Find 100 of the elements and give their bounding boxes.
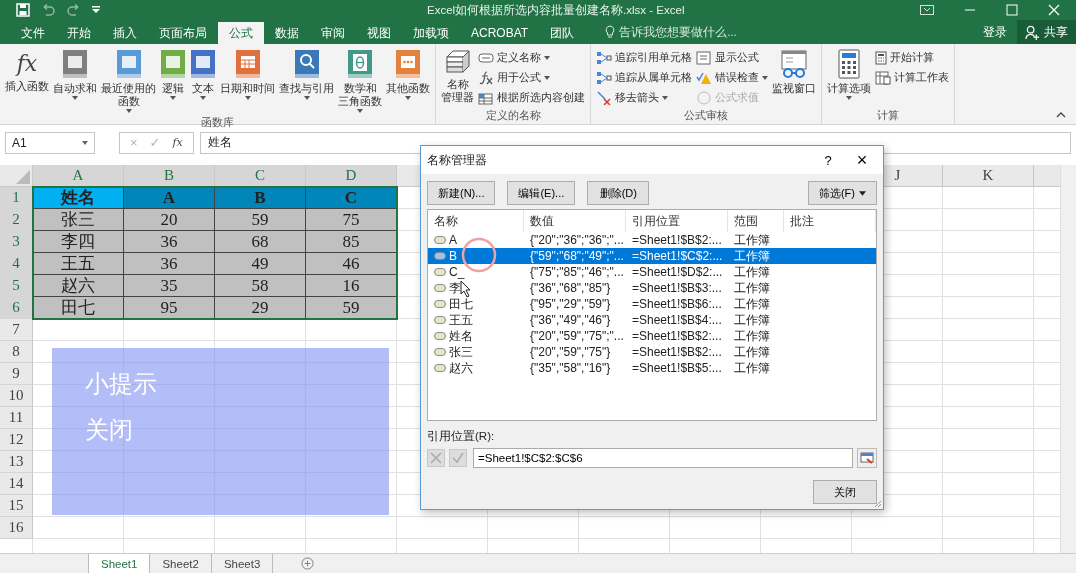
sign-in-link[interactable]: 登录: [983, 23, 1007, 41]
row-header[interactable]: 7: [0, 319, 33, 341]
resize-grip-icon[interactable]: [874, 500, 882, 508]
ribbon-button[interactable]: 监视窗口: [770, 47, 818, 108]
customize-icon[interactable]: [92, 6, 100, 14]
ribbon-button[interactable]: 定义名称: [476, 48, 587, 67]
ribbon-tab[interactable]: 文件: [10, 22, 56, 44]
ribbon-button[interactable]: 移去箭头: [594, 88, 694, 107]
ribbon-button[interactable]: 追踪引用单元格: [594, 48, 694, 67]
name-tag-icon: [434, 236, 446, 244]
row-header[interactable]: 4: [0, 253, 33, 275]
name-row[interactable]: C_ {"75";"85";"46";"... =Sheet1!$D$2:... 工作簿: [428, 264, 876, 280]
row-header[interactable]: 14: [0, 473, 33, 495]
column-heading[interactable]: 批注: [784, 210, 876, 232]
ribbon-button[interactable]: 计算选项: [825, 47, 873, 108]
column-header[interactable]: B: [124, 165, 215, 186]
row-header[interactable]: 8: [0, 341, 33, 363]
row-header[interactable]: 13: [0, 451, 33, 473]
ribbon-button[interactable]: 用于公式: [476, 68, 587, 87]
name-tag-icon: [434, 364, 446, 372]
name-row[interactable]: 姓名 {"20","59","75";"... =Sheet1!$B$2:... 工作簿: [428, 328, 876, 344]
name-box[interactable]: A1: [5, 131, 95, 154]
book-icon: [347, 49, 373, 79]
range-picker-icon[interactable]: [857, 448, 877, 468]
row-header[interactable]: 2: [0, 209, 33, 231]
ribbon-button[interactable]: 逻辑: [158, 47, 188, 115]
name-row[interactable]: 李 {"36","68","85"} =Sheet1!$B$3:... 工作簿: [428, 280, 876, 296]
ribbon-tab[interactable]: ACROBAT: [460, 22, 540, 44]
row-header[interactable]: 15: [0, 495, 33, 517]
name-row[interactable]: 张三 {"20","59","75"} =Sheet1!$B$2:... 工作簿: [428, 344, 876, 360]
name-row[interactable]: A {"20";"36";"36";"... =Sheet1!$B$2:... 工作簿: [428, 232, 876, 248]
collapse-ribbon-icon[interactable]: [1056, 112, 1066, 118]
row-header[interactable]: 6: [0, 297, 33, 319]
table-cell: 田七: [33, 297, 124, 319]
row-header[interactable]: 12: [0, 429, 33, 451]
dialog-button[interactable]: 删除(D): [587, 181, 650, 205]
maximize-icon[interactable]: [1006, 4, 1018, 16]
row-header[interactable]: 16: [0, 517, 33, 539]
tip-title: 小提示: [85, 369, 157, 399]
book-icon: [395, 49, 421, 79]
column-heading[interactable]: 数值: [524, 210, 626, 232]
share-button[interactable]: 共享: [1017, 20, 1076, 44]
ribbon-tab[interactable]: 视图: [356, 22, 402, 44]
close-icon[interactable]: [1048, 4, 1060, 16]
filter-button[interactable]: 筛选(F): [807, 181, 877, 205]
column-header[interactable]: A: [33, 165, 124, 186]
row-header[interactable]: 10: [0, 385, 33, 407]
ribbon-button[interactable]: 文本: [188, 47, 218, 115]
column-header[interactable]: C: [215, 165, 306, 186]
ribbon-button[interactable]: 计算工作表: [873, 68, 951, 87]
name-row[interactable]: 田七 {"95","29","59"} =Sheet1!$B$6:... 工作簿: [428, 296, 876, 312]
ribbon-tab[interactable]: 开始: [56, 22, 102, 44]
row-header[interactable]: 9: [0, 363, 33, 385]
add-sheet-icon[interactable]: [301, 557, 315, 570]
ribbon-button[interactable]: 显示公式: [694, 48, 770, 67]
row-header[interactable]: 3: [0, 231, 33, 253]
row-header[interactable]: 5: [0, 275, 33, 297]
ribbon-button[interactable]: 名称 管理器: [439, 47, 476, 108]
column-header[interactable]: D: [306, 165, 397, 186]
sheet-tab[interactable]: Sheet1: [88, 554, 151, 573]
ribbon-button[interactable]: 追踪从属单元格: [594, 68, 694, 87]
ribbon-button[interactable]: fx 插入函数: [3, 47, 51, 115]
ribbon-button[interactable]: 自动求和: [51, 47, 99, 115]
ribbon-tab[interactable]: 加载项: [402, 22, 460, 44]
column-header[interactable]: K: [943, 165, 1034, 186]
dialog-button[interactable]: 新建(N)...: [427, 181, 496, 205]
close-dialog-button[interactable]: 关闭: [813, 480, 877, 504]
ribbon-tab[interactable]: 页面布局: [148, 22, 218, 44]
column-heading[interactable]: 名称: [428, 210, 524, 232]
ribbon-tab[interactable]: 审阅: [310, 22, 356, 44]
ribbon-tab[interactable]: 团队: [539, 22, 586, 44]
ribbon-tab[interactable]: 公式: [218, 22, 264, 44]
ribbon-button[interactable]: 开始计算: [873, 48, 951, 67]
name-row[interactable]: 王五 {"36","49","46"} =Sheet1!$B$4:... 工作簿: [428, 312, 876, 328]
ribbon-button[interactable]: 查找与引用: [277, 47, 336, 115]
ribbon-button[interactable]: 其他函数: [384, 47, 432, 115]
caret-icon: [200, 96, 206, 100]
caret-icon: [72, 96, 78, 100]
watch-window-icon: [779, 49, 809, 79]
vertical-scrollbar[interactable]: [1060, 165, 1076, 553]
row-header[interactable]: 11: [0, 407, 33, 429]
row-header[interactable]: 1: [0, 187, 33, 209]
column-heading[interactable]: 引用位置: [626, 210, 728, 232]
ribbon-button[interactable]: 日期和时间: [218, 47, 277, 115]
ribbon-button[interactable]: 最近使用的 函数: [99, 47, 158, 115]
dialog-button[interactable]: 编辑(E)...: [507, 181, 576, 205]
ribbon-button[interactable]: 数学和 三角函数: [336, 47, 384, 115]
ribbon-tab[interactable]: 数据: [264, 22, 310, 44]
column-heading[interactable]: 范围: [728, 210, 784, 232]
ribbon-display-icon[interactable]: [920, 5, 934, 15]
name-row[interactable]: 赵六 {"35","58","16"} =Sheet1!$B$5:... 工作簿: [428, 360, 876, 376]
name-row[interactable]: B {"59";"68";"49";"... =Sheet1!$C$2:... 工作簿: [428, 248, 876, 264]
table-cell: 49: [215, 253, 306, 275]
save-icon[interactable]: [16, 3, 30, 17]
ribbon-button[interactable]: 错误检查: [694, 68, 770, 87]
tell-me-field[interactable]: 告诉我您想要做什么...: [619, 23, 750, 41]
ribbon-tab[interactable]: 插入: [102, 22, 148, 44]
reference-field[interactable]: =Sheet1!$C$2:$C$6: [473, 448, 853, 468]
ribbon-button[interactable]: 根据所选内容创建: [476, 88, 587, 107]
insert-function-button[interactable]: fx: [170, 136, 185, 149]
